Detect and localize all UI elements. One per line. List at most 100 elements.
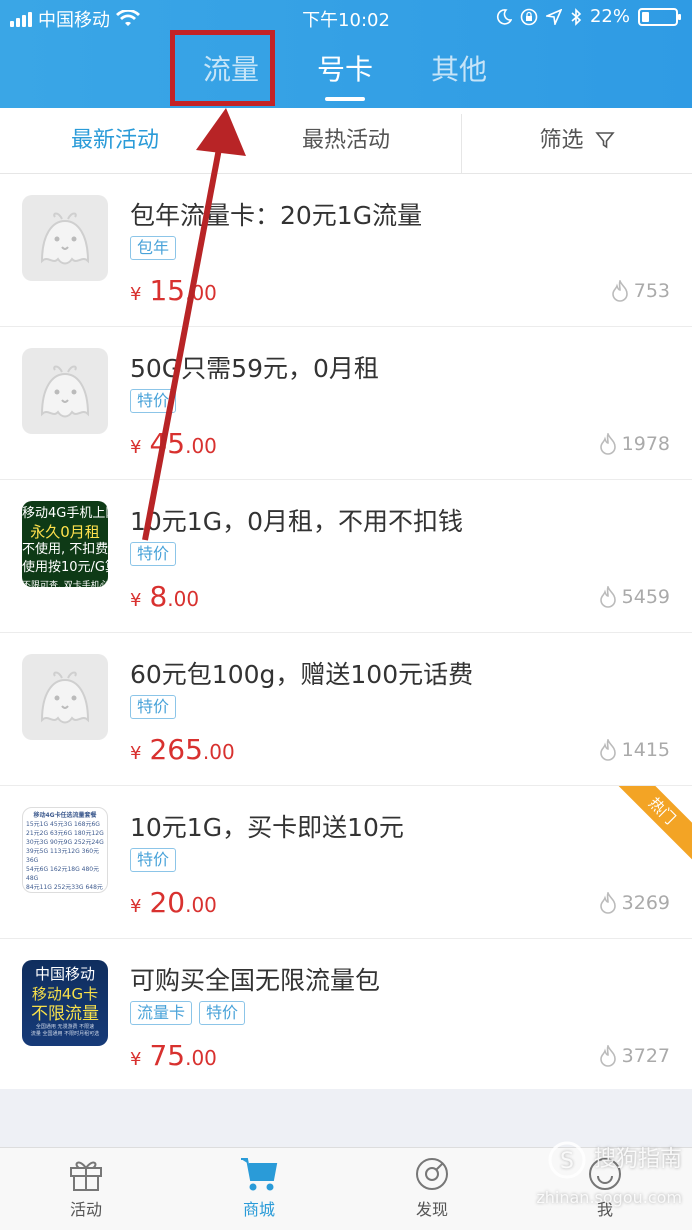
price-decimal: .00: [185, 1046, 217, 1070]
location-icon: [545, 8, 562, 25]
filter-label: 筛选: [539, 128, 584, 153]
battery-percent: 22%: [589, 6, 630, 27]
battery-icon: [638, 7, 681, 26]
item-title: 包年流量卡：20元1G流量: [130, 201, 423, 230]
thumbnail-text: 流量 全国通用 不限时月租可选: [30, 1031, 100, 1037]
item-price: ¥8.00: [130, 580, 199, 613]
currency-symbol: ¥: [130, 590, 142, 611]
item-heat: 1415: [599, 739, 670, 761]
price-integer: 15: [149, 274, 186, 307]
item-heat: 1978: [599, 433, 670, 455]
price-integer: 45: [149, 427, 186, 460]
item-heat: 3727: [599, 1045, 670, 1067]
item-thumbnail: 移动4G卡任选流量套餐 15元1G 45元3G 168元6G 21元2G 63元6G…: [22, 807, 108, 893]
thumbnail-text: 移动4G手机上网卡: [22, 506, 108, 521]
item-tags: 特价: [130, 542, 177, 566]
heat-count: 1978: [621, 433, 670, 455]
price-decimal: .00: [185, 893, 217, 917]
flame-icon: [599, 1045, 616, 1067]
thumbnail-text: 不使用, 不扣费: [22, 542, 108, 557]
watermark-url: zhinan.sogou.com: [536, 1188, 682, 1207]
item-title: 10元1G，0月租，不用不扣钱: [130, 507, 463, 536]
heat-count: 3727: [621, 1045, 670, 1067]
list-item[interactable]: 移动4G手机上网卡永久0月租不使用, 不扣费使用按10元/G算不限可查, 双卡手…: [0, 480, 692, 633]
thumbnail-text: 移动4G卡: [31, 985, 99, 1003]
item-tag: 包年: [130, 236, 177, 260]
filter-newest[interactable]: 最新活动: [0, 108, 230, 174]
watermark-text: 搜狗指南: [593, 1147, 682, 1172]
tab-other[interactable]: 其他: [416, 48, 502, 96]
rotation-lock-icon: [520, 8, 538, 25]
thumbnail-text: 中国移动: [34, 965, 95, 983]
battery-fill: [642, 11, 649, 22]
flame-icon: [611, 280, 628, 302]
list-item[interactable]: 60元包100g，赠送100元话费特价 ¥265.00 1415: [0, 633, 692, 786]
moon-icon: [496, 8, 512, 25]
tabbar-discover[interactable]: 发现: [382, 1156, 482, 1220]
filter-bar: 最新活动 最热活动 筛选: [0, 108, 692, 174]
tab-sim-card[interactable]: 号卡: [302, 48, 388, 96]
item-tag: 特价: [199, 1001, 246, 1025]
item-tags: 特价: [130, 389, 177, 413]
flame-icon: [599, 892, 616, 914]
item-title: 可购买全国无限流量包: [130, 966, 381, 995]
list-item[interactable]: 中国移动 移动4G卡 不限流量 全国通用 无漫游费 不限速 流量 全国通用 不限时月租可…: [0, 939, 692, 1089]
thumbnail-text: 30元3G 90元9G 252元24G: [26, 839, 104, 846]
item-title: 50G只需59元，0月租: [130, 354, 379, 383]
thumbnail-text: 39元5G 113元12G 360元36G: [26, 848, 100, 864]
list-item[interactable]: 包年流量卡：20元1G流量包年 ¥15.00 753: [0, 174, 692, 327]
watermark: S 搜狗指南 zhinan.sogou.com: [536, 1140, 682, 1207]
item-price: ¥75.00: [130, 1039, 217, 1072]
status-right: 22%: [496, 6, 681, 27]
status-bar: 中国移动 下午10:02 22%: [0, 0, 692, 36]
item-tag: 流量卡: [130, 1001, 193, 1025]
item-tag: 特价: [130, 542, 177, 566]
item-price: ¥265.00: [130, 733, 235, 766]
cart-icon: [241, 1158, 278, 1191]
price-integer: 20: [149, 886, 186, 919]
heat-count: 5459: [621, 586, 670, 608]
svg-text:S: S: [560, 1149, 574, 1174]
price-decimal: .00: [185, 434, 217, 458]
item-tags: 特价: [130, 848, 177, 872]
item-price: ¥15.00: [130, 274, 217, 307]
flame-icon: [599, 586, 616, 608]
item-title: 60元包100g，赠送100元话费: [130, 660, 474, 689]
placeholder-mascot-icon: [40, 671, 90, 724]
currency-symbol: ¥: [130, 896, 142, 917]
filter-button[interactable]: 筛选: [462, 108, 692, 174]
item-tag: 特价: [130, 848, 177, 872]
active-tab-indicator: [325, 97, 365, 101]
tabbar-shop[interactable]: 商城: [209, 1156, 309, 1220]
thumbnail-text: 使用按10元/G算: [22, 560, 108, 575]
list-item[interactable]: 移动4G卡任选流量套餐 15元1G 45元3G 168元6G 21元2G 63元6G…: [0, 786, 692, 939]
tabbar-activity[interactable]: 活动: [36, 1156, 136, 1220]
heat-count: 753: [633, 280, 670, 302]
currency-symbol: ¥: [130, 1049, 142, 1070]
placeholder-mascot-icon: [40, 365, 90, 418]
filter-hottest[interactable]: 最热活动: [231, 108, 461, 174]
price-decimal: .00: [202, 740, 235, 764]
flame-icon: [599, 739, 616, 761]
item-tags: 特价: [130, 695, 177, 719]
currency-symbol: ¥: [130, 743, 142, 764]
compass-icon: [416, 1158, 448, 1190]
item-heat: 753: [611, 280, 670, 302]
item-thumbnail: 移动4G手机上网卡永久0月租不使用, 不扣费使用按10元/G算不限可查, 双卡手…: [22, 501, 108, 587]
tabbar-label: 活动: [69, 1200, 102, 1219]
header: 中国移动 下午10:02 22% 流量 号卡 其他: [0, 0, 692, 108]
hot-ribbon: 热门: [610, 786, 692, 863]
bluetooth-icon: [571, 7, 582, 26]
item-tags: 流量卡 特价: [130, 1001, 246, 1025]
highlight-box: [170, 30, 275, 106]
tabbar-label: 发现: [415, 1200, 448, 1219]
tabbar-label: 商城: [242, 1200, 275, 1219]
top-tabs: 流量 号卡 其他: [0, 48, 692, 108]
thumbnail-text: 21元2G 63元6G 180元12G: [26, 830, 104, 837]
price-decimal: .00: [185, 281, 217, 305]
thumbnail-text: 54元6G 162元18G 480元48G: [26, 866, 100, 882]
thumbnail-text: 永久0月租: [30, 523, 100, 541]
flame-icon: [599, 433, 616, 455]
price-decimal: .00: [167, 587, 200, 611]
list-item[interactable]: 50G只需59元，0月租 特价 ¥45.00 1978: [0, 327, 692, 480]
